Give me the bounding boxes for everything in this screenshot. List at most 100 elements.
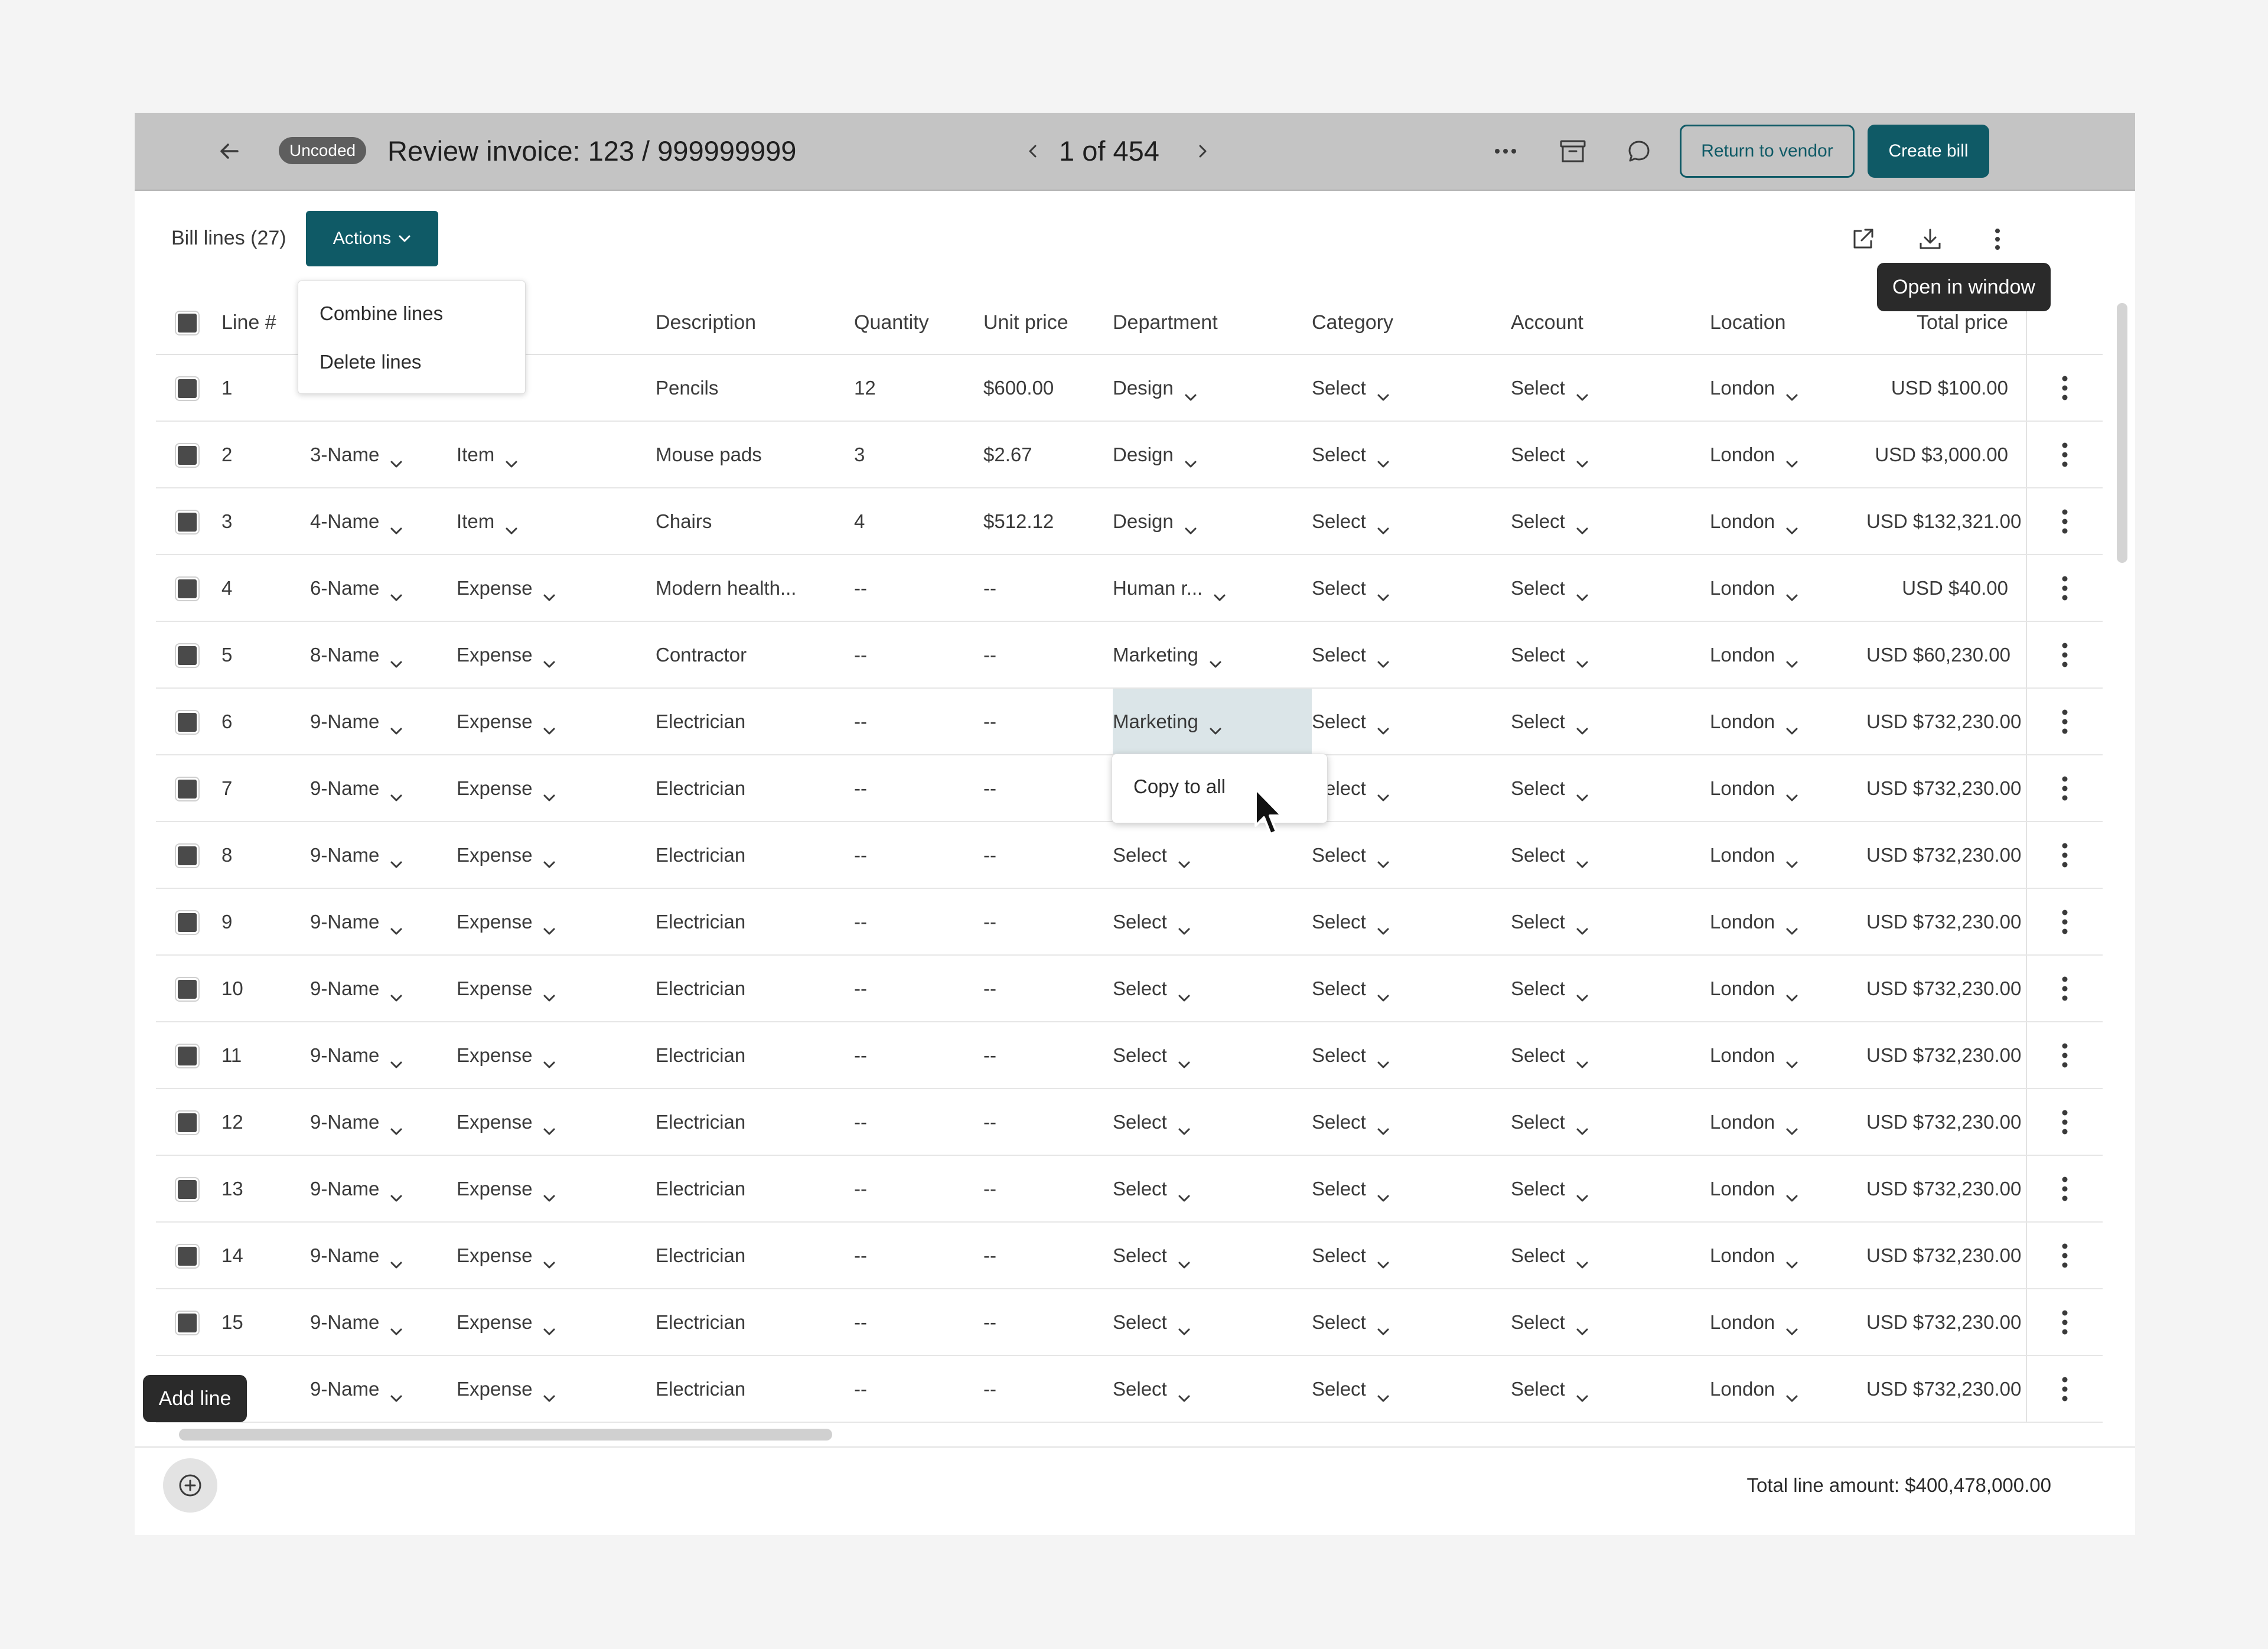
item-select[interactable]: 9-Name — [310, 977, 403, 1001]
type-select[interactable]: Item — [457, 444, 518, 467]
type-select[interactable]: Expense — [457, 577, 556, 601]
kebab-icon[interactable] — [2060, 1240, 2070, 1271]
category-select[interactable]: Select — [1312, 711, 1390, 734]
department-select[interactable]: Select — [1113, 1311, 1191, 1335]
account-select[interactable]: Select — [1511, 1311, 1589, 1335]
account-select[interactable]: Select — [1511, 510, 1589, 534]
account-select[interactable]: Select — [1511, 444, 1589, 467]
row-checkbox[interactable] — [175, 976, 200, 1002]
row-checkbox[interactable] — [175, 709, 200, 735]
department-select[interactable]: Select — [1113, 977, 1191, 1001]
table-row[interactable]: 12 9-Name Expense Electrician -- -- Select Sele… — [156, 1089, 2103, 1156]
row-checkbox[interactable] — [175, 1110, 200, 1135]
kebab-icon[interactable] — [2060, 773, 2070, 804]
location-select[interactable]: London — [1710, 844, 1798, 868]
category-select[interactable]: Select — [1312, 377, 1390, 400]
category-select[interactable]: Select — [1312, 510, 1390, 534]
item-select[interactable]: 9-Name — [310, 844, 403, 868]
row-checkbox[interactable] — [175, 776, 200, 801]
item-select[interactable]: 9-Name — [310, 1244, 403, 1268]
account-select[interactable]: Select — [1511, 844, 1589, 868]
department-select[interactable]: Select — [1113, 1111, 1191, 1135]
department-select[interactable]: Select — [1113, 1178, 1191, 1201]
kebab-icon[interactable] — [2060, 1107, 2070, 1138]
actions-button[interactable]: Actions — [306, 211, 438, 266]
kebab-icon[interactable] — [2060, 840, 2070, 871]
kebab-icon[interactable] — [2060, 1374, 2070, 1404]
category-select[interactable]: Select — [1312, 1178, 1390, 1201]
row-checkbox[interactable] — [175, 1310, 200, 1335]
type-select[interactable]: Expense — [457, 1244, 556, 1268]
item-select[interactable]: 9-Name — [310, 1311, 403, 1335]
table-row[interactable]: 3 4-Name Item Chairs 4 $512.12 Design Select Sel… — [156, 488, 2103, 555]
department-select[interactable]: Select — [1113, 844, 1191, 868]
location-select[interactable]: London — [1710, 510, 1798, 534]
select-all-checkbox[interactable] — [175, 311, 200, 335]
add-line-button[interactable] — [163, 1458, 217, 1513]
location-select[interactable]: London — [1710, 577, 1798, 601]
table-row[interactable]: 2 3-Name Item Mouse pads 3 $2.67 Design Select S… — [156, 421, 2103, 488]
row-checkbox[interactable] — [175, 643, 200, 668]
location-select[interactable]: London — [1710, 1111, 1798, 1135]
category-select[interactable]: Select — [1312, 1044, 1390, 1068]
account-select[interactable]: Select — [1511, 1378, 1589, 1402]
kebab-icon[interactable] — [2060, 973, 2070, 1004]
account-select[interactable]: Select — [1511, 977, 1589, 1001]
type-select[interactable]: Expense — [457, 844, 556, 868]
location-select[interactable]: London — [1710, 711, 1798, 734]
type-select[interactable]: Expense — [457, 1111, 556, 1135]
back-button[interactable] — [213, 135, 246, 168]
type-select[interactable]: Expense — [457, 777, 556, 801]
account-select[interactable]: Select — [1511, 911, 1589, 934]
horizontal-scrollbar[interactable] — [179, 1429, 832, 1441]
item-select[interactable]: 9-Name — [310, 777, 403, 801]
item-select[interactable]: 6-Name — [310, 577, 403, 601]
row-checkbox[interactable] — [175, 1043, 200, 1068]
department-select[interactable]: Design — [1113, 444, 1197, 467]
kebab-icon[interactable] — [2060, 907, 2070, 937]
item-select[interactable]: 9-Name — [310, 1178, 403, 1201]
department-select[interactable]: Design — [1113, 377, 1197, 400]
location-select[interactable]: London — [1710, 1178, 1798, 1201]
item-select[interactable]: 9-Name — [310, 1044, 403, 1068]
location-select[interactable]: London — [1710, 777, 1798, 801]
department-select[interactable]: Human r... — [1113, 577, 1226, 601]
type-select[interactable]: Expense — [457, 711, 556, 734]
menu-item-copy-to-all[interactable]: Copy to all — [1133, 775, 1226, 798]
type-select[interactable]: Expense — [457, 1044, 556, 1068]
toolbar-more-button[interactable] — [1980, 221, 2015, 257]
kebab-icon[interactable] — [2060, 373, 2070, 403]
department-select[interactable]: Select — [1113, 1044, 1191, 1068]
row-checkbox[interactable] — [175, 442, 200, 468]
download-button[interactable] — [1912, 221, 1948, 257]
category-select[interactable]: Select — [1312, 911, 1390, 934]
kebab-icon[interactable] — [2060, 1174, 2070, 1204]
location-select[interactable]: London — [1710, 444, 1798, 467]
table-row[interactable]: 9 9-Name Expense Electrician -- -- Select Selec… — [156, 888, 2103, 956]
vertical-scrollbar[interactable] — [2117, 303, 2127, 563]
account-select[interactable]: Select — [1511, 711, 1589, 734]
account-select[interactable]: Select — [1511, 1044, 1589, 1068]
category-select[interactable]: Select — [1312, 1311, 1390, 1335]
type-select[interactable]: Expense — [457, 1311, 556, 1335]
table-row[interactable]: 6 9-Name Expense Electrician -- -- Marketing Se… — [156, 688, 2103, 755]
account-select[interactable]: Select — [1511, 1178, 1589, 1201]
create-bill-button[interactable]: Create bill — [1868, 125, 1989, 178]
kebab-icon[interactable] — [2060, 640, 2070, 670]
more-options-button[interactable] — [1490, 136, 1521, 167]
location-select[interactable]: London — [1710, 1244, 1798, 1268]
item-select[interactable]: 9-Name — [310, 911, 403, 934]
row-checkbox[interactable] — [175, 1177, 200, 1202]
row-checkbox[interactable] — [175, 509, 200, 535]
table-row[interactable]: 69-NameExpenseElectrician----SelectSelec… — [156, 1355, 2103, 1423]
category-select[interactable]: Select — [1312, 577, 1390, 601]
open-in-window-button[interactable] — [1845, 221, 1881, 257]
kebab-icon[interactable] — [2060, 573, 2070, 604]
type-select[interactable]: Expense — [457, 1378, 556, 1402]
row-checkbox[interactable] — [175, 843, 200, 868]
table-row[interactable]: 13 9-Name Expense Electrician -- -- Select Sele… — [156, 1155, 2103, 1223]
account-select[interactable]: Select — [1511, 1244, 1589, 1268]
type-select[interactable]: Expense — [457, 1178, 556, 1201]
category-select[interactable]: Select — [1312, 844, 1390, 868]
type-select[interactable]: Item — [457, 510, 518, 534]
